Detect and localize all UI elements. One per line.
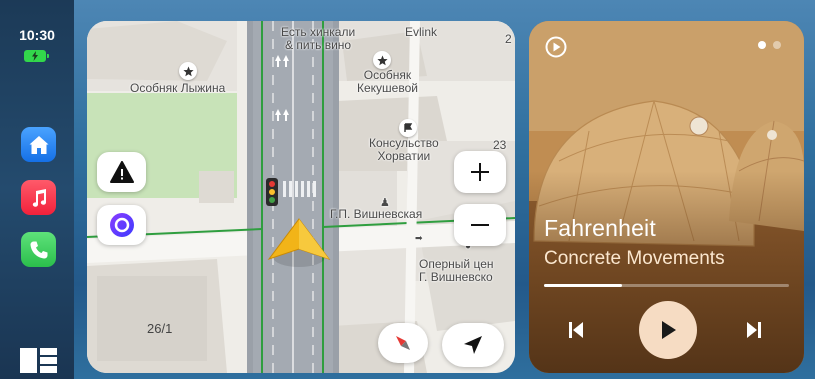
next-track-button[interactable] [739,318,769,342]
track-title: Fahrenheit [544,215,656,241]
compass-button[interactable] [378,323,428,363]
minus-icon [471,224,489,226]
alice-assistant-icon [109,213,134,237]
map-label-horvatii: Консульство Хорватии [369,136,439,163]
zoom-out-button[interactable] [454,204,506,246]
page-dot-active [758,41,766,49]
map-label-kekusheva: Особняк Кекушевой [357,68,418,95]
playback-progress-fill [544,284,623,287]
battery-charging-icon [24,50,49,62]
voice-assistant-button[interactable] [97,205,146,245]
playback-progress-bar[interactable] [544,284,789,287]
alert-triangle-icon [109,161,134,183]
poi-monument-icon: ♟ [380,197,390,209]
dock-app-phone[interactable] [21,232,56,267]
previous-track-button[interactable] [561,318,591,342]
recenter-location-button[interactable] [442,323,504,367]
report-incident-button[interactable] [97,152,146,192]
poi-flag-icon[interactable] [399,119,417,137]
dock-app-home[interactable] [21,127,56,162]
page-indicator [758,41,781,49]
play-icon [662,321,676,339]
skip-back-icon [569,322,583,338]
dock-app-music[interactable] [21,180,56,215]
poi-entrance-icon: ➡ [415,233,423,243]
page-dot [773,41,781,49]
status-time: 10:30 [19,27,55,43]
track-artist: Concrete Movements [544,248,725,269]
zoom-in-button[interactable] [454,151,506,193]
plus-icon [471,163,489,181]
map-label-opera: Оперный цен Г. Вишневско [419,257,494,284]
dashboard-grid-icon[interactable] [20,348,57,373]
play-pause-button[interactable] [639,301,697,359]
navigation-arrow-icon [464,336,482,354]
play-circle-icon[interactable] [545,36,567,58]
house-number-label: 26/1 [147,321,173,336]
sidebar: 10:30 [0,0,74,379]
map-label-khinkali: Есть хинкали & пить вино [281,25,356,52]
now-playing-widget[interactable]: Fahrenheit Concrete Movements [529,21,804,373]
compass-icon [396,336,410,350]
map-label-evlink: Evlink [405,25,438,39]
map-label-edge-2: 2 [505,32,512,46]
poi-star-icon[interactable] [373,51,391,69]
phone-icon [30,241,47,258]
music-note-icon [32,188,46,207]
navigation-map[interactable]: Есть хинкали & пить вино Evlink 2 Особняк… [87,21,515,373]
map-label-lyzhina: Особняк Лыжина [130,81,226,95]
house-icon [29,135,48,154]
poi-star-icon[interactable] [179,62,197,80]
skip-forward-icon [747,322,761,338]
map-label-vishnevskaya: Г.П. Вишневская [330,207,423,221]
